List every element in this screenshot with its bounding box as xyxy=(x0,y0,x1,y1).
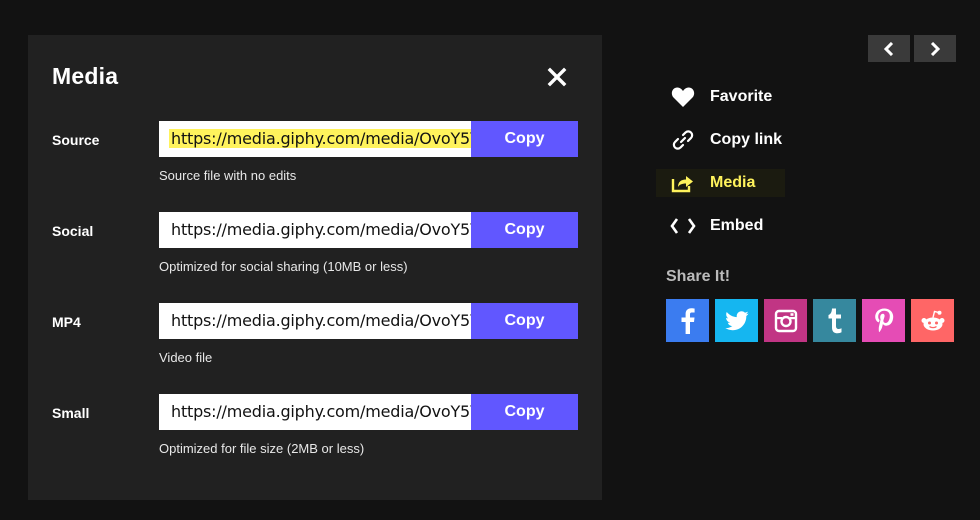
code-icon xyxy=(668,212,698,240)
facebook-share-button[interactable] xyxy=(666,299,709,342)
close-icon xyxy=(547,67,567,87)
media-action[interactable]: Media xyxy=(656,169,786,197)
small-label: Small xyxy=(52,405,90,421)
small-url-field[interactable]: https://media.giphy.com/media/OvoY5Ya xyxy=(159,394,471,430)
twitter-share-button[interactable] xyxy=(715,299,758,342)
copy-link-action[interactable]: Copy link xyxy=(668,126,782,154)
twitter-icon xyxy=(724,310,748,330)
previous-button[interactable] xyxy=(868,35,910,62)
source-hint: Source file with no edits xyxy=(159,168,297,183)
media-dialog: Media Source https://media.giphy.com/med… xyxy=(28,35,602,500)
link-icon xyxy=(668,126,698,154)
reddit-share-button[interactable] xyxy=(911,299,954,342)
pinterest-share-button[interactable] xyxy=(862,299,905,342)
source-copy-button[interactable]: Copy xyxy=(471,121,578,157)
source-url-field[interactable]: https://media.giphy.com/media/OvoY5Ya xyxy=(159,121,471,157)
social-url-field[interactable]: https://media.giphy.com/media/OvoY5Ya xyxy=(159,212,471,248)
mp4-label: MP4 xyxy=(52,314,81,330)
pinterest-icon xyxy=(874,308,893,332)
favorite-label: Favorite xyxy=(710,88,773,105)
next-button[interactable] xyxy=(914,35,956,62)
social-hint: Optimized for social sharing (10MB or le… xyxy=(159,259,408,274)
tumblr-share-button[interactable] xyxy=(813,299,856,342)
chevron-left-icon xyxy=(883,41,894,56)
social-url-text: https://media.giphy.com/media/OvoY5Ya xyxy=(171,220,471,239)
source-url-text: https://media.giphy.com/media/OvoY5Ya xyxy=(169,129,471,148)
mp4-url-field[interactable]: https://media.giphy.com/media/OvoY5Ya xyxy=(159,303,471,339)
reddit-icon xyxy=(921,310,944,330)
mp4-copy-button[interactable]: Copy xyxy=(471,303,578,339)
media-label: Media xyxy=(710,174,756,191)
small-url-text: https://media.giphy.com/media/OvoY5Ya xyxy=(171,402,471,421)
facebook-icon xyxy=(681,307,695,334)
social-label: Social xyxy=(52,223,94,239)
mp4-url-text: https://media.giphy.com/media/OvoY5Ya xyxy=(171,311,471,330)
instagram-icon xyxy=(774,309,797,332)
copy-link-label: Copy link xyxy=(710,131,783,148)
source-label: Source xyxy=(52,132,100,148)
close-button[interactable] xyxy=(543,63,571,91)
dialog-title: Media xyxy=(52,63,119,89)
small-copy-button[interactable]: Copy xyxy=(471,394,578,430)
embed-action[interactable]: Embed xyxy=(668,212,763,240)
share-title: Share It! xyxy=(666,268,731,285)
social-copy-button[interactable]: Copy xyxy=(471,212,578,248)
embed-label: Embed xyxy=(710,217,764,234)
heart-icon xyxy=(668,83,698,111)
mp4-hint: Video file xyxy=(159,350,213,365)
favorite-action[interactable]: Favorite xyxy=(668,83,772,111)
share-icon xyxy=(668,169,698,197)
instagram-share-button[interactable] xyxy=(764,299,807,342)
small-hint: Optimized for file size (2MB or less) xyxy=(159,441,365,456)
chevron-right-icon xyxy=(930,41,941,56)
tumblr-icon xyxy=(828,308,841,333)
